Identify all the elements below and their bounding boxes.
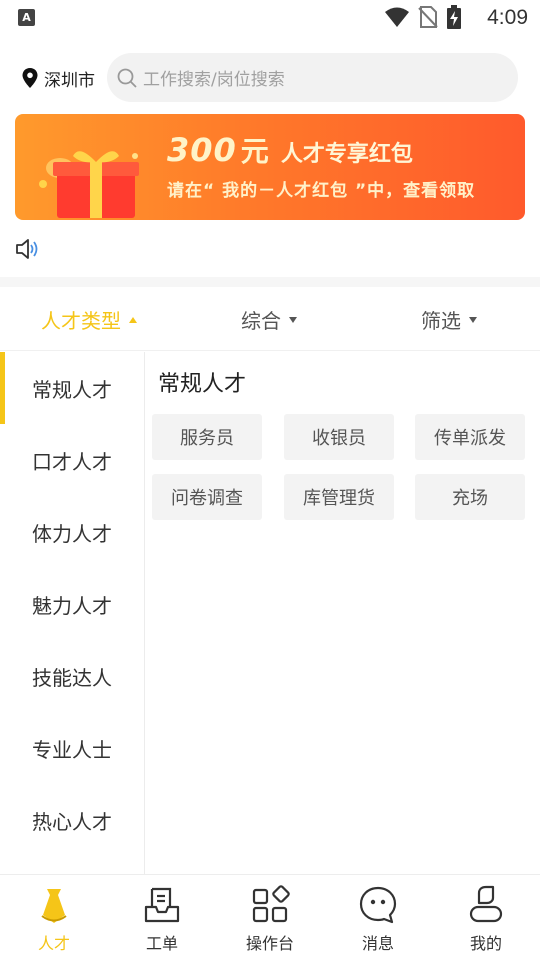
banner-subtitle: 请在“ 我的－人才红包 ”中，查看领取	[167, 181, 476, 201]
profile-icon	[469, 885, 503, 923]
filter-bar: 人才类型 综合 筛选	[0, 287, 540, 351]
nav-message[interactable]: 消息	[324, 875, 432, 960]
job-tag[interactable]: 服务员	[152, 414, 262, 460]
app-notification-icon: A	[18, 9, 35, 26]
banner-title: 300 元 人才专享红包	[167, 130, 413, 170]
bottom-nav: 人才 工单 操作台 消息 我的	[0, 874, 540, 960]
job-tag[interactable]: 传单派发	[415, 414, 525, 460]
nav-label: 消息	[361, 934, 394, 953]
banner-amount: 300	[167, 131, 237, 169]
filter-label: 综合	[241, 309, 281, 333]
category-item[interactable]: 热心人才	[0, 784, 145, 856]
search-input[interactable]: 工作搜索/岗位搜索	[107, 53, 518, 102]
category-list: 常规人才 口才人才 体力人才 魅力人才 技能达人 专业人士 热心人才	[0, 352, 145, 874]
talent-icon	[41, 889, 67, 923]
nav-work-order[interactable]: 工单	[108, 875, 216, 960]
battery-charging-icon	[447, 5, 461, 29]
location-pin-icon	[22, 68, 38, 88]
category-item[interactable]: 口才人才	[0, 424, 145, 496]
status-time: 4:09	[487, 6, 528, 29]
status-icons	[384, 5, 462, 29]
message-icon	[359, 886, 397, 924]
no-sim-icon	[418, 6, 438, 28]
wifi-icon	[385, 7, 409, 27]
category-item[interactable]: 技能达人	[0, 640, 145, 712]
filter-comprehensive[interactable]: 综合	[241, 305, 297, 334]
nav-profile[interactable]: 我的	[432, 875, 540, 960]
location-selector[interactable]: 深圳市	[22, 64, 95, 92]
nav-dashboard[interactable]: 操作台	[216, 875, 324, 960]
status-bar: A 4:09	[0, 0, 540, 36]
nav-label: 人才	[37, 934, 70, 953]
work-order-icon	[144, 887, 180, 923]
caret-up-icon	[129, 316, 137, 323]
caret-down-icon	[469, 316, 477, 323]
banner-headline: 人才专享红包	[280, 142, 413, 167]
banner-unit: 元	[240, 135, 269, 168]
job-tag[interactable]: 充场	[415, 474, 525, 520]
promo-banner[interactable]: 300 元 人才专享红包 请在“ 我的－人才红包 ”中，查看领取	[15, 114, 525, 220]
filter-label: 筛选	[421, 309, 461, 333]
category-item[interactable]: 专业人士	[0, 712, 145, 784]
nav-talent[interactable]: 人才	[0, 875, 108, 960]
section-divider	[0, 277, 540, 287]
content-title: 常规人才	[158, 372, 247, 397]
filter-screen[interactable]: 筛选	[421, 305, 477, 334]
filter-label: 人才类型	[41, 309, 121, 333]
filter-talent-type[interactable]: 人才类型	[41, 305, 137, 334]
nav-label: 工单	[145, 934, 178, 953]
search-icon	[117, 68, 137, 88]
nav-label: 操作台	[245, 934, 294, 953]
nav-label: 我的	[469, 934, 502, 953]
gift-box-icon	[39, 151, 139, 218]
dashboard-icon	[252, 885, 290, 923]
category-item[interactable]: 常规人才	[0, 352, 145, 424]
speaker-icon[interactable]	[15, 238, 39, 260]
caret-down-icon	[289, 316, 297, 323]
location-city: 深圳市	[44, 70, 95, 91]
job-tag[interactable]: 库管理货	[284, 474, 394, 520]
job-tag[interactable]: 收银员	[284, 414, 394, 460]
category-item[interactable]: 体力人才	[0, 496, 145, 568]
search-placeholder: 工作搜索/岗位搜索	[143, 70, 285, 90]
category-item[interactable]: 魅力人才	[0, 568, 145, 640]
job-tag[interactable]: 问卷调查	[152, 474, 262, 520]
